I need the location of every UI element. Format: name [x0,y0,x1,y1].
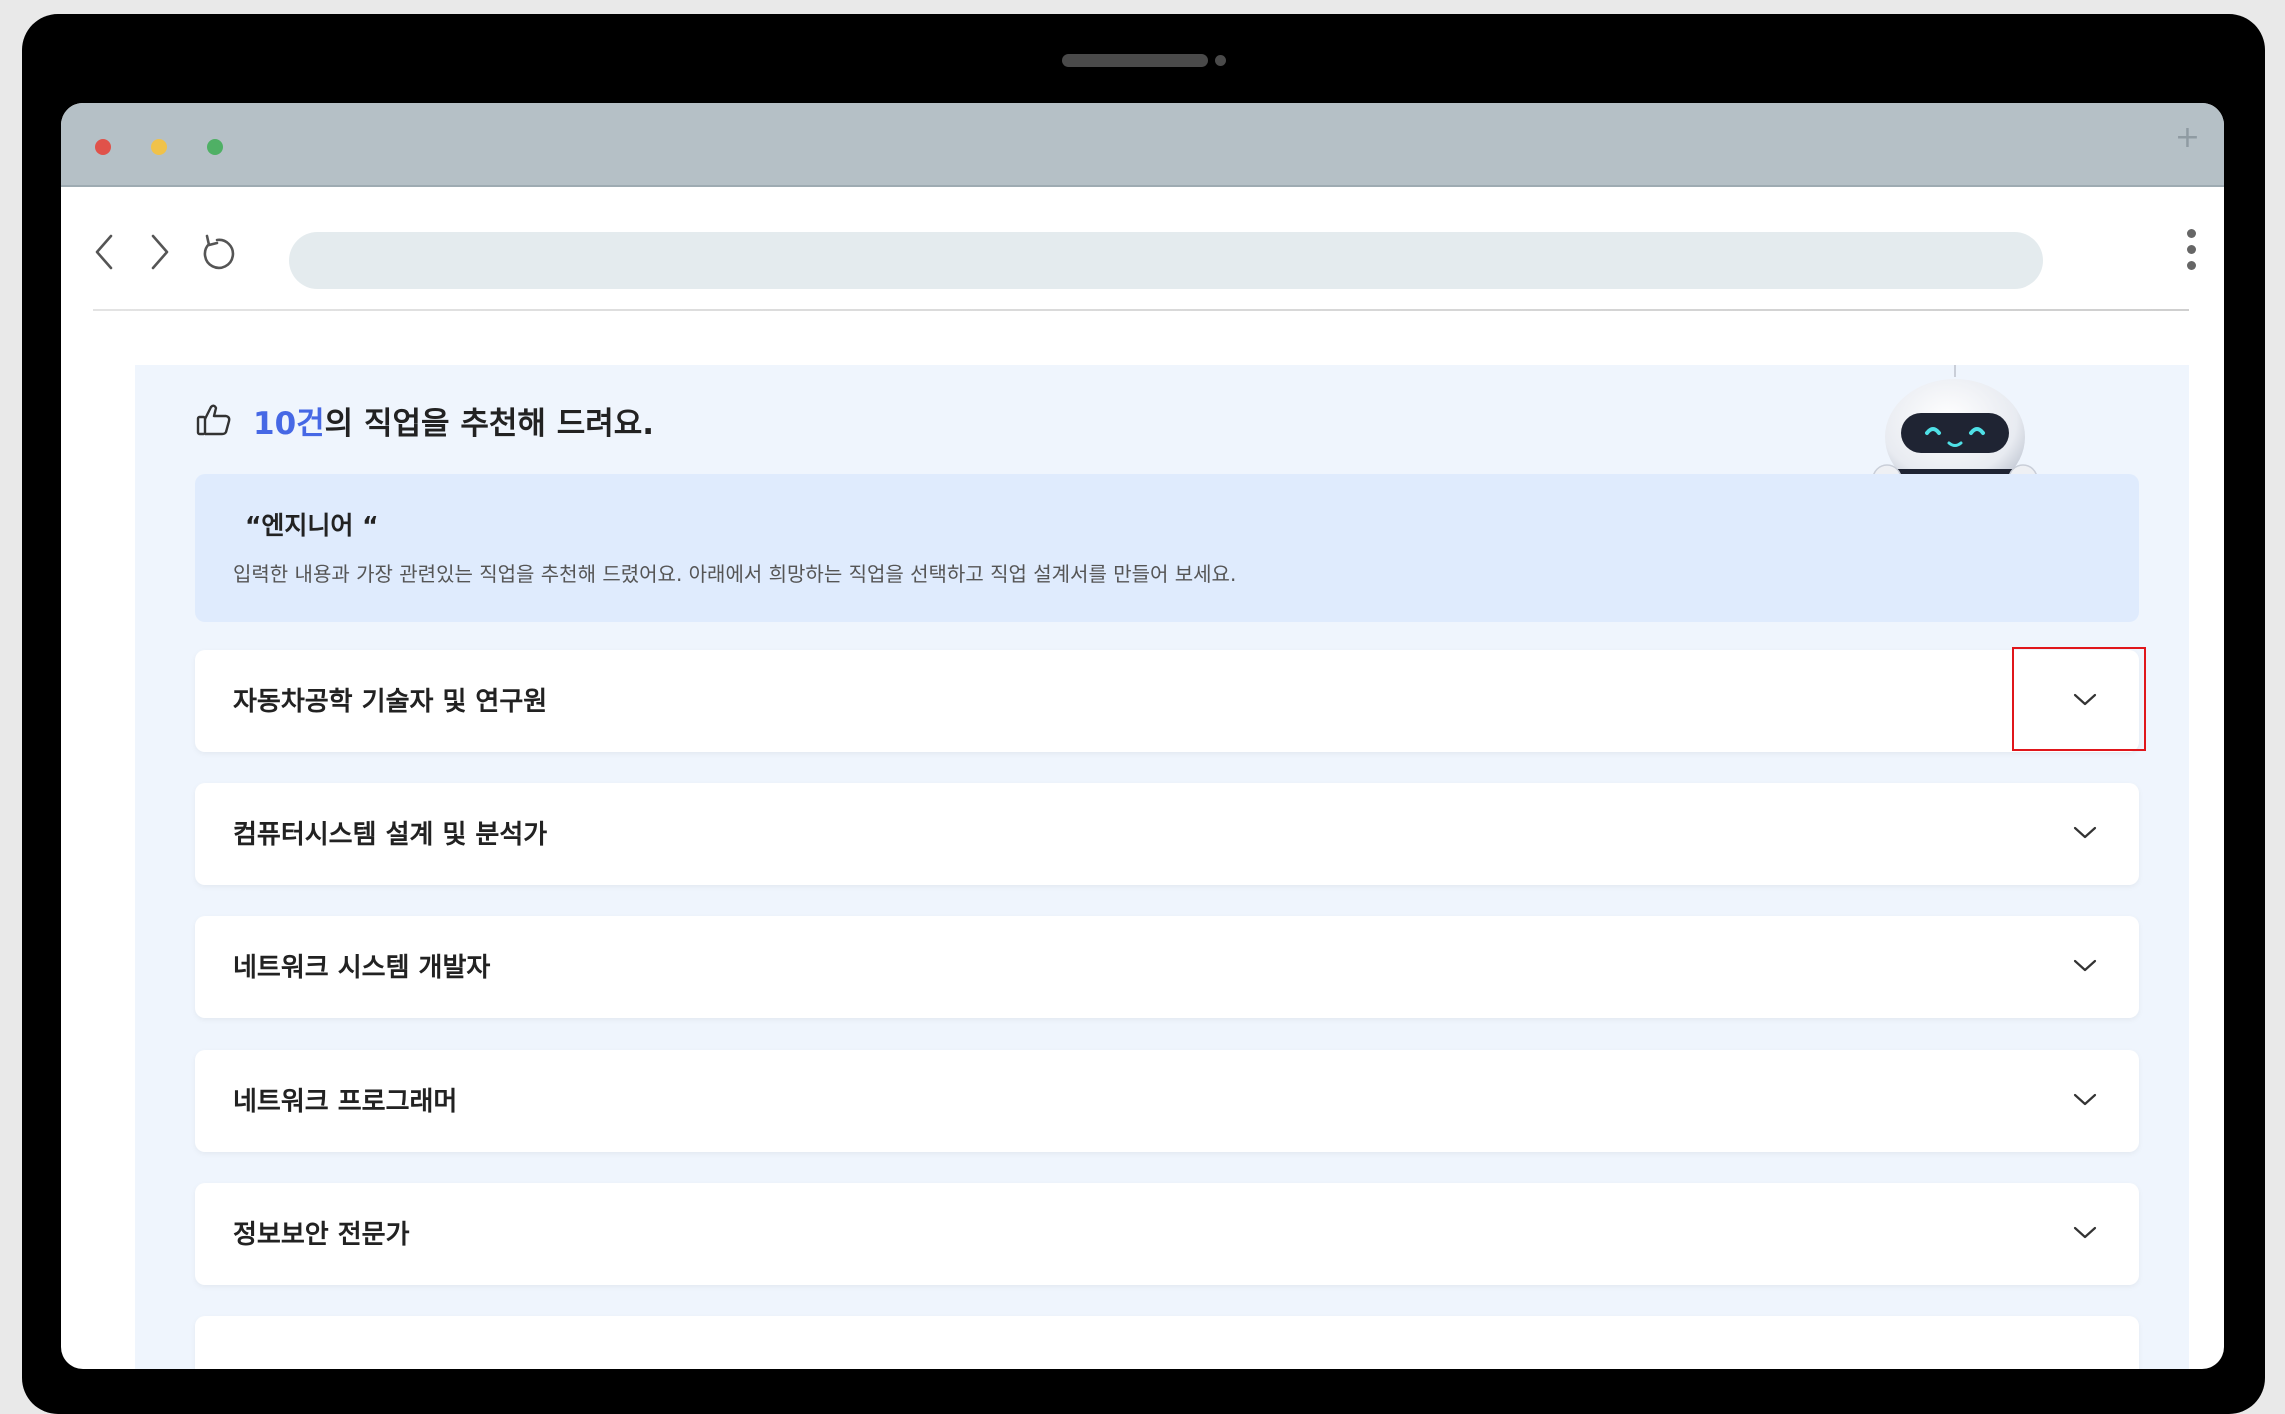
chevron-down-icon [2073,1093,2097,1106]
chevron-left-icon [95,234,113,270]
chevron-down-icon [2073,959,2097,972]
new-tab-button[interactable]: + [2175,123,2200,153]
window-maximize-dot[interactable] [207,139,223,155]
browser-toolbar [61,187,2224,317]
job-title: 네트워크 프로그래머 [233,1087,458,1117]
chevron-right-icon [151,234,169,270]
job-card[interactable]: 네트워크 시스템 개발자 [195,916,2139,1018]
device-speaker [1062,54,1208,67]
job-card-partial[interactable] [195,1316,2139,1369]
expand-button[interactable] [2071,956,2099,976]
window-close-dot[interactable] [95,139,111,155]
reload-icon [203,234,235,270]
browser-menu-button[interactable] [2184,223,2198,283]
expand-button[interactable] [2071,1090,2099,1110]
search-keyword: “엔지니어 “ [245,511,379,540]
job-card[interactable]: 자동차공학 기술자 및 연구원 [195,650,2139,752]
window-minimize-dot[interactable] [151,139,167,155]
forward-button[interactable] [137,227,181,277]
recommendation-headline: 10건 의 직업을 추천해 드려요. [195,395,654,445]
search-summary-text: 입력한 내용과 가장 관련있는 직업을 추천해 드렸어요. 아래에서 희망하는 … [233,562,1237,586]
device-frame: + 10건 의 직업을 추천해 드려요. “엔지니어 “ 입력한 내용과 가장 … [22,14,2265,1414]
device-camera [1215,55,1226,66]
headline-text: 의 직업을 추천해 드려요. [324,405,655,442]
job-card[interactable]: 컴퓨터시스템 설계 및 분석가 [195,783,2139,885]
reload-button[interactable] [195,227,239,277]
search-summary-box: “엔지니어 “ 입력한 내용과 가장 관련있는 직업을 추천해 드렸어요. 아래… [195,474,2139,622]
browser-window: + 10건 의 직업을 추천해 드려요. “엔지니어 “ 입력한 내용과 가장 … [61,103,2224,1369]
chevron-down-icon [2073,693,2097,706]
chevron-down-icon [2073,1226,2097,1239]
job-title: 컴퓨터시스템 설계 및 분석가 [233,820,548,850]
kebab-dot [2186,245,2196,254]
browser-titlebar: + [61,103,2224,187]
job-card[interactable]: 네트워크 프로그래머 [195,1050,2139,1152]
toolbar-divider [93,309,2189,311]
expand-button[interactable] [2071,690,2099,710]
expand-button[interactable] [2071,823,2099,843]
job-card[interactable]: 정보보안 전문가 [195,1183,2139,1285]
recommendation-panel: 10건 의 직업을 추천해 드려요. “엔지니어 “ 입력한 내용과 가장 관련… [135,365,2189,1369]
job-title: 자동차공학 기술자 및 연구원 [233,687,548,717]
address-bar[interactable] [289,232,2043,289]
thumbs-up-icon [196,404,231,436]
kebab-menu-icon [2186,229,2196,238]
recommend-count: 10건 [253,405,325,442]
expand-button[interactable] [2071,1223,2099,1243]
chevron-down-icon [2073,826,2097,839]
back-button[interactable] [83,227,127,277]
job-title: 정보보안 전문가 [233,1220,410,1250]
kebab-dot [2186,261,2196,270]
job-title: 네트워크 시스템 개발자 [233,953,491,983]
